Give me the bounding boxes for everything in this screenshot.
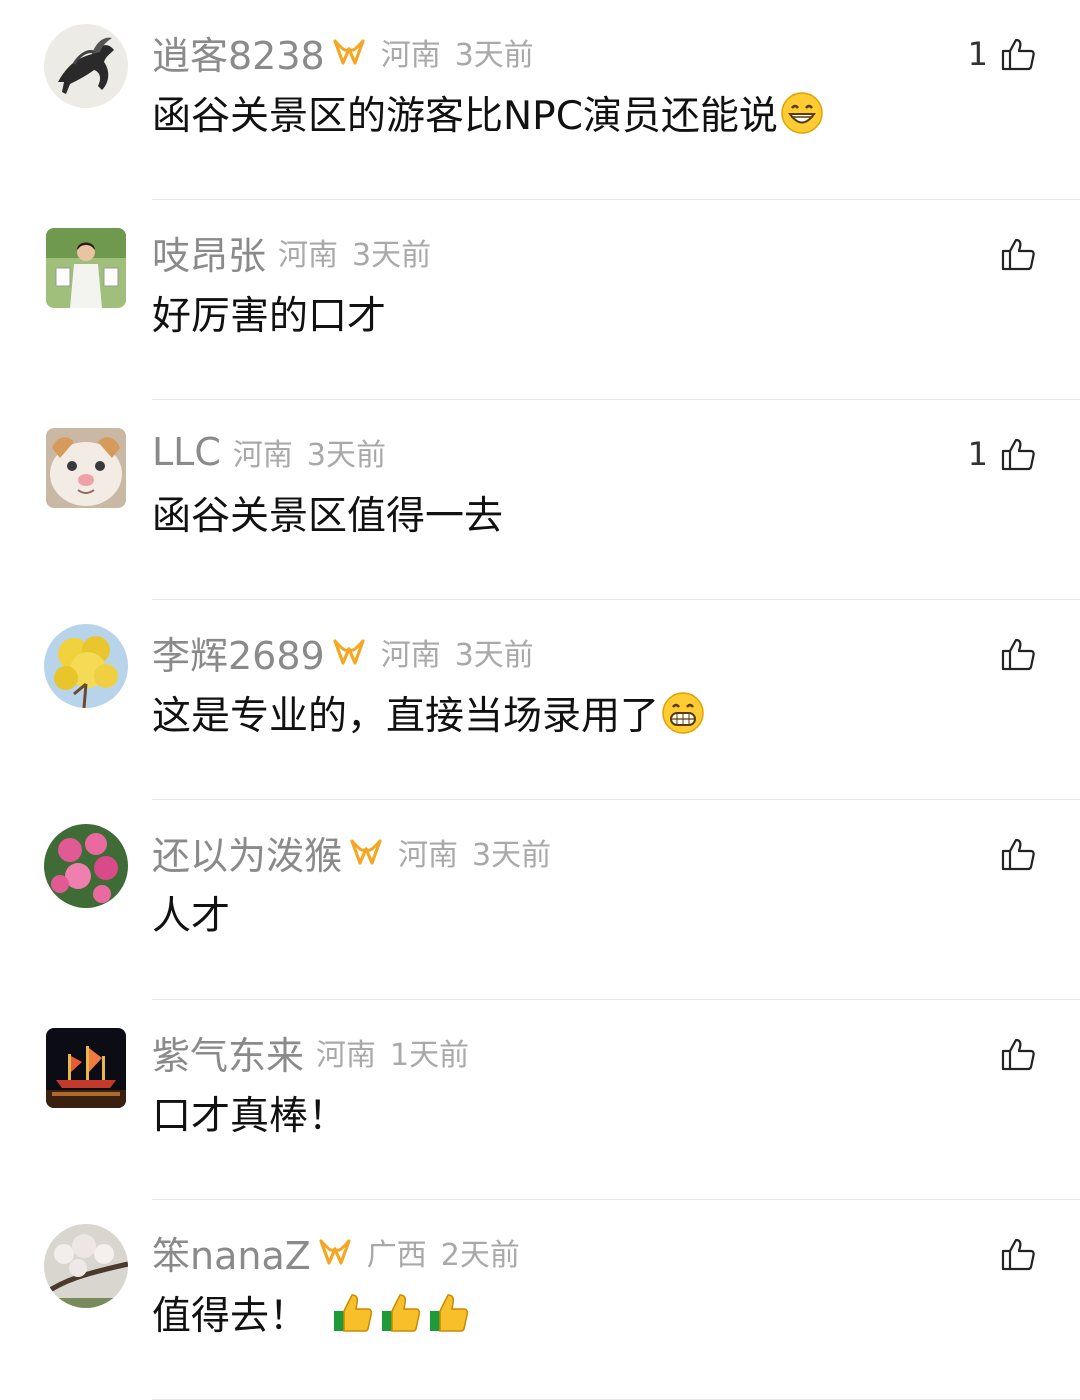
grimacing-face-icon	[662, 692, 704, 734]
avatar[interactable]	[44, 624, 128, 708]
like-button[interactable]: 1	[968, 34, 1036, 74]
comment-list: 逍客8238 河南 3天前 函谷关景区的游客比NPC演员还能说 1 吱昂张 河南…	[0, 0, 1080, 1400]
woman-in-garden-avatar	[46, 228, 126, 308]
cat-face-avatar	[46, 428, 126, 508]
timestamp: 3天前	[454, 38, 534, 73]
comment-item: 还以为泼猴 河南 3天前 人才	[0, 800, 1080, 1000]
location: 河南	[380, 638, 441, 673]
username[interactable]: 吱昂张	[152, 225, 266, 280]
comment-text: 值得去！	[152, 1294, 309, 1339]
avatar[interactable]	[46, 428, 126, 508]
timestamp: 1天前	[390, 1038, 470, 1073]
timestamp: 3天前	[472, 838, 552, 873]
grinning-face-icon	[781, 92, 823, 134]
comment-text: 函谷关景区值得一去	[152, 494, 504, 539]
vip-badge-icon	[319, 1239, 351, 1265]
thumbs-up-icon	[1001, 38, 1035, 71]
vip-badge-icon	[333, 639, 365, 665]
like-button[interactable]	[988, 1034, 1036, 1074]
username[interactable]: 李辉2689	[152, 625, 325, 680]
blossom-branch-avatar	[44, 1224, 128, 1308]
username[interactable]: 还以为泼猴	[152, 825, 342, 880]
timestamp: 3天前	[454, 638, 534, 673]
thumbs-up-emoji-icon	[382, 1294, 421, 1332]
comment-item: 李辉2689 河南 3天前 这是专业的，直接当场录用了	[0, 600, 1080, 800]
thumbs-up-emoji-icon	[430, 1294, 469, 1332]
username[interactable]: 笨nanaZ	[152, 1225, 311, 1280]
comment-item: 笨nanaZ 广西 2天前 值得去！	[0, 1200, 1080, 1400]
avatar[interactable]	[44, 824, 128, 908]
like-count: 1	[967, 435, 988, 473]
night-lantern-ship-avatar	[46, 1028, 126, 1108]
username[interactable]: LLC	[152, 430, 221, 474]
thumbs-up-icon	[1001, 1038, 1035, 1071]
comment-text: 好厉害的口才	[152, 294, 387, 339]
vip-badge-icon	[350, 839, 382, 865]
comment-text: 函谷关景区的游客比NPC演员还能说	[152, 94, 778, 139]
like-button[interactable]	[988, 634, 1036, 674]
thumbs-up-icon	[1001, 438, 1035, 471]
thumbs-up-icon	[1001, 838, 1035, 871]
location: 河南	[278, 238, 339, 273]
location: 河南	[316, 1038, 377, 1073]
like-button[interactable]	[988, 234, 1036, 274]
avatar[interactable]	[46, 1028, 126, 1108]
location: 河南	[380, 38, 441, 73]
yellow-flowers-avatar	[44, 624, 128, 708]
location: 广西	[366, 1238, 427, 1273]
avatar[interactable]	[46, 228, 126, 308]
like-button[interactable]	[988, 1234, 1036, 1274]
username[interactable]: 紫气东来	[152, 1025, 304, 1080]
like-button[interactable]	[988, 834, 1036, 874]
thumbs-up-icon	[1001, 238, 1035, 271]
comment-text: 口才真棒！	[152, 1094, 348, 1139]
comment-text: 人才	[152, 894, 231, 939]
comment-item: 吱昂张 河南 3天前 好厉害的口才	[0, 200, 1080, 400]
thumbs-up-icon	[1001, 638, 1035, 671]
comment-text: 这是专业的，直接当场录用了	[152, 694, 660, 739]
pink-flowers-avatar	[44, 824, 128, 908]
avatar[interactable]	[44, 1224, 128, 1308]
comment-item: 逍客8238 河南 3天前 函谷关景区的游客比NPC演员还能说 1	[0, 0, 1080, 200]
like-button[interactable]: 1	[968, 434, 1036, 474]
comment-item: LLC 河南 3天前 函谷关景区值得一去 1	[0, 400, 1080, 600]
location: 河南	[232, 438, 293, 473]
timestamp: 3天前	[306, 438, 386, 473]
like-count: 1	[967, 35, 988, 73]
horse-ink-painting-avatar	[44, 24, 128, 108]
username[interactable]: 逍客8238	[152, 25, 325, 80]
timestamp: 2天前	[440, 1238, 520, 1273]
thumbs-up-icon	[1001, 1238, 1035, 1271]
avatar[interactable]	[44, 24, 128, 108]
timestamp: 3天前	[352, 238, 432, 273]
location: 河南	[398, 838, 459, 873]
comment-item: 紫气东来 河南 1天前 口才真棒！	[0, 1000, 1080, 1200]
vip-badge-icon	[333, 39, 365, 65]
thumbs-up-emoji-icon	[334, 1294, 373, 1332]
